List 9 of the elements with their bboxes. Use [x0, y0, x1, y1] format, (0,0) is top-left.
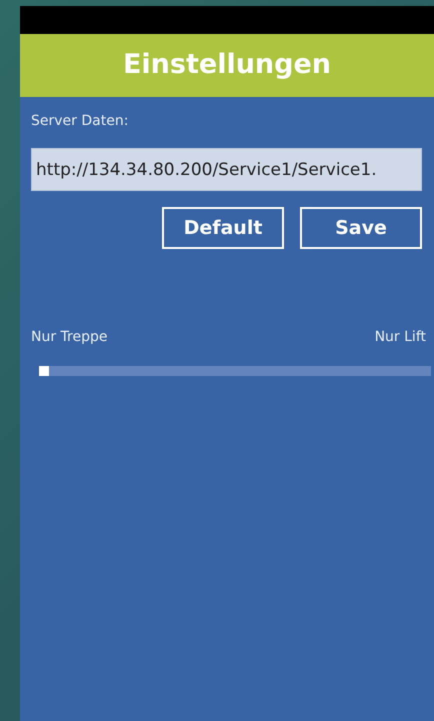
- page-title: Einstellungen: [122, 48, 332, 82]
- slider-max-label: Nur Lift: [374, 328, 426, 347]
- field-label: Server Daten:: [31, 112, 130, 131]
- action-button[interactable]: Save: [300, 207, 422, 249]
- action-button[interactable]: Default: [162, 207, 284, 249]
- server-url-field[interactable]: http://134.34.80.200/Service1/Service1.: [31, 148, 422, 191]
- slider-track[interactable]: [39, 366, 431, 376]
- slider-min-label: Nur Treppe: [31, 328, 108, 347]
- slider-thumb[interactable]: [39, 366, 49, 376]
